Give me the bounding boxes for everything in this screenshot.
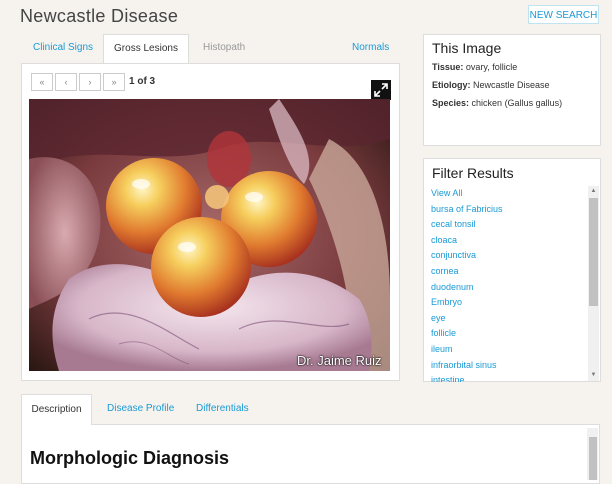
filter-item-embryo[interactable]: Embryo bbox=[431, 295, 581, 311]
filter-results-title: Filter Results bbox=[432, 165, 514, 181]
tissue-value: ovary, follicle bbox=[465, 62, 518, 72]
etiology-value: Newcastle Disease bbox=[473, 80, 550, 90]
pager-prev-button[interactable]: ‹ bbox=[55, 73, 77, 91]
tab-normals[interactable]: Normals bbox=[352, 34, 389, 64]
etiology-label: Etiology: bbox=[432, 80, 471, 90]
pager-first-button[interactable]: « bbox=[31, 73, 53, 91]
pager-next-button[interactable]: › bbox=[79, 73, 101, 91]
filter-item-duodenum[interactable]: duodenum bbox=[431, 280, 581, 296]
photo-credit: Dr. Jaime Ruiz bbox=[297, 353, 382, 368]
species-value: chicken (Gallus gallus) bbox=[471, 98, 563, 108]
species-label: Species: bbox=[432, 98, 470, 108]
tab-gross-lesions[interactable]: Gross Lesions bbox=[103, 34, 189, 64]
tab-histopath: Histopath bbox=[203, 42, 246, 53]
expand-icon[interactable] bbox=[371, 80, 391, 100]
filter-item-cloaca[interactable]: cloaca bbox=[431, 233, 581, 249]
filter-item-follicle[interactable]: follicle bbox=[431, 326, 581, 342]
filter-item-eye[interactable]: eye bbox=[431, 311, 581, 327]
section-heading: Morphologic Diagnosis bbox=[30, 448, 230, 468]
filter-item-view-all[interactable]: View All bbox=[431, 186, 581, 202]
page-title: Newcastle Disease bbox=[20, 6, 179, 26]
tissue-label: Tissue: bbox=[432, 62, 464, 72]
gross-lesion-photo[interactable] bbox=[29, 99, 390, 371]
pager-last-button[interactable]: » bbox=[103, 73, 125, 91]
tab-differentials[interactable]: Differentials bbox=[196, 394, 249, 425]
new-search-button[interactable]: NEW SEARCH bbox=[528, 5, 599, 24]
filter-item-infraorbital-sinus[interactable]: infraorbital sinus bbox=[431, 358, 581, 374]
pager-count: 1 of 3 bbox=[129, 76, 156, 87]
species-line: Species: chicken (Gallus gallus) bbox=[432, 98, 562, 108]
filter-item-ileum[interactable]: ileum bbox=[431, 342, 581, 358]
filter-scroll-thumb[interactable] bbox=[589, 198, 598, 306]
tab-clinical-signs[interactable]: Clinical Signs bbox=[33, 34, 93, 64]
tissue-line: Tissue: ovary, follicle bbox=[432, 62, 517, 72]
filter-item-bursa[interactable]: bursa of Fabricius bbox=[431, 202, 581, 218]
scroll-up-icon[interactable]: ▲ bbox=[588, 186, 599, 197]
filter-item-cornea[interactable]: cornea bbox=[431, 264, 581, 280]
tab-disease-profile[interactable]: Disease Profile bbox=[107, 394, 174, 425]
this-image-title: This Image bbox=[432, 40, 502, 56]
filter-list: View All bursa of Fabricius cecal tonsil… bbox=[431, 186, 581, 382]
filter-item-intestine[interactable]: intestine bbox=[431, 373, 581, 382]
tab-description[interactable]: Description bbox=[21, 394, 92, 425]
filter-item-cecal-tonsil[interactable]: cecal tonsil bbox=[431, 217, 581, 233]
etiology-line: Etiology: Newcastle Disease bbox=[432, 80, 550, 90]
filter-item-conjunctiva[interactable]: conjunctiva bbox=[431, 248, 581, 264]
description-scroll-thumb[interactable] bbox=[589, 437, 597, 480]
scroll-down-icon[interactable]: ▼ bbox=[588, 370, 599, 381]
